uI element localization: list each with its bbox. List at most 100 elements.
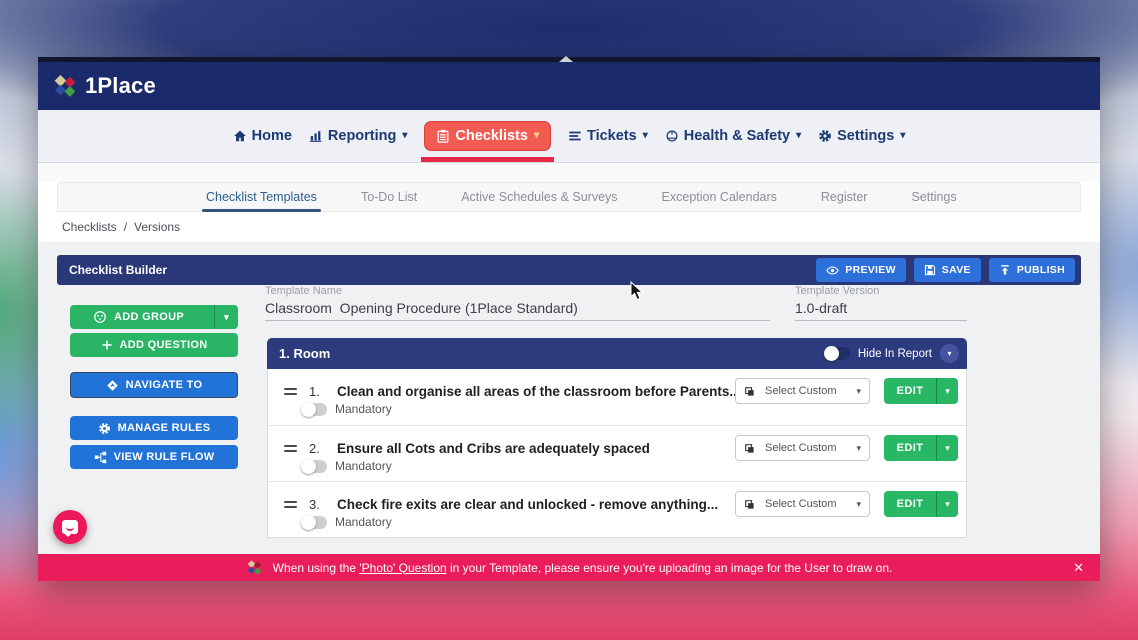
- select-custom-dropdown[interactable]: Select Custom ▾: [735, 378, 870, 404]
- gear-icon: [818, 129, 832, 143]
- drag-handle-icon[interactable]: [284, 498, 297, 511]
- breadcrumb-separator: /: [124, 220, 127, 234]
- tab-settings[interactable]: Settings: [911, 183, 956, 211]
- builder-title: Checklist Builder: [69, 263, 167, 277]
- navigate-to-label: NAVIGATE TO: [126, 379, 203, 391]
- question-rows: 1. Clean and organise all areas of the c…: [267, 369, 967, 538]
- question-row-bottom: Mandatory: [301, 459, 392, 473]
- nav-item-checklists[interactable]: Checklists ▾: [424, 121, 551, 151]
- nav-label: Checklists: [455, 128, 528, 144]
- manage-rules-button[interactable]: MANAGE RULES: [70, 416, 238, 440]
- chevron-down-icon: ▾: [856, 387, 861, 396]
- add-question-button[interactable]: ADD QUESTION: [70, 333, 238, 357]
- nav-label: Home: [252, 128, 292, 144]
- chevron-down-icon: ▾: [900, 131, 905, 141]
- question-text: Clean and organise all areas of the clas…: [337, 384, 735, 399]
- drag-handle-icon[interactable]: [284, 442, 297, 455]
- save-label: SAVE: [942, 264, 971, 276]
- breadcrumb-versions[interactable]: Versions: [134, 220, 180, 234]
- group-icon: [93, 310, 107, 324]
- select-custom-label: Select Custom: [765, 498, 837, 510]
- tab-checklist-templates[interactable]: Checklist Templates: [206, 183, 317, 211]
- chevron-down-icon: ▾: [856, 500, 861, 509]
- mandatory-label: Mandatory: [335, 402, 392, 416]
- mandatory-label: Mandatory: [335, 515, 392, 529]
- chevron-down-icon: ▾: [856, 444, 861, 453]
- question-row-top: 2. Ensure all Cots and Cribs are adequat…: [284, 435, 958, 461]
- builder-actions: PREVIEW SAVE PUBLISH: [816, 258, 1075, 282]
- publish-button[interactable]: PUBLISH: [989, 258, 1075, 282]
- nav-label: Health & Safety: [684, 128, 790, 144]
- question-row: 3. Check fire exits are clear and unlock…: [268, 481, 966, 537]
- tab-register[interactable]: Register: [821, 183, 868, 211]
- nav-item-reporting[interactable]: Reporting ▾: [309, 128, 408, 144]
- group-header: 1. Room Hide In Report ▾: [267, 338, 967, 369]
- breadcrumb-checklists[interactable]: Checklists: [62, 220, 117, 234]
- question-text: Check fire exits are clear and unlocked …: [337, 497, 735, 512]
- edit-button[interactable]: EDIT ▾: [884, 378, 958, 404]
- question-number: 2.: [309, 441, 331, 456]
- edit-label: EDIT: [884, 491, 936, 517]
- preview-button[interactable]: PREVIEW: [816, 258, 906, 282]
- chevron-down-icon[interactable]: ▾: [214, 305, 238, 329]
- save-button[interactable]: SAVE: [914, 258, 981, 282]
- template-name-input[interactable]: [265, 300, 770, 321]
- select-custom-dropdown[interactable]: Select Custom ▾: [735, 435, 870, 461]
- notification-text: When using the 'Photo' Question in your …: [273, 561, 893, 575]
- template-version-input[interactable]: [795, 300, 967, 321]
- hard-hat-icon: [665, 129, 679, 143]
- edit-label: EDIT: [884, 435, 936, 461]
- mandatory-toggle[interactable]: [301, 516, 327, 529]
- brand-name: 1Place: [85, 73, 156, 99]
- brand-logo[interactable]: 1Place: [52, 73, 156, 99]
- question-text: Ensure all Cots and Cribs are adequately…: [337, 441, 735, 456]
- edit-button[interactable]: EDIT ▾: [884, 435, 958, 461]
- chat-bubble-icon: [62, 520, 78, 534]
- nav-item-tickets[interactable]: Tickets ▾: [568, 128, 648, 144]
- pinwheel-logo-icon: [52, 73, 78, 99]
- tab-active-schedules-surveys[interactable]: Active Schedules & Surveys: [461, 183, 617, 211]
- stack-icon: [744, 499, 755, 510]
- navigate-to-button[interactable]: NAVIGATE TO: [70, 372, 238, 398]
- nav-item-settings[interactable]: Settings ▾: [818, 128, 905, 144]
- chevron-down-icon[interactable]: ▾: [936, 378, 958, 404]
- nav-item-home[interactable]: Home: [233, 128, 292, 144]
- nav-item-health-safety[interactable]: Health & Safety ▾: [665, 128, 801, 144]
- edit-button[interactable]: EDIT ▾: [884, 491, 958, 517]
- mandatory-toggle[interactable]: [301, 460, 327, 473]
- pinwheel-logo-icon: [246, 559, 263, 576]
- section-tabs: Checklist Templates To-Do List Active Sc…: [57, 182, 1081, 212]
- tab-exception-calendars[interactable]: Exception Calendars: [662, 183, 777, 211]
- chevron-down-icon: ▾: [796, 131, 801, 141]
- question-row-bottom: Mandatory: [301, 402, 392, 416]
- hide-in-report-toggle[interactable]: [824, 347, 850, 360]
- tab-todo-list[interactable]: To-Do List: [361, 183, 417, 211]
- select-custom-label: Select Custom: [765, 385, 837, 397]
- notification-text-after: in your Template, please ensure you're u…: [447, 561, 893, 575]
- mandatory-label: Mandatory: [335, 459, 392, 473]
- close-icon[interactable]: ✕: [1073, 554, 1084, 581]
- builder-sidebar: ADD GROUP ▾ ADD QUESTION NAVIGATE TO MAN…: [70, 305, 238, 469]
- question-number: 1.: [309, 384, 331, 399]
- stack-icon: [744, 386, 755, 397]
- chevron-down-icon[interactable]: ▾: [936, 435, 958, 461]
- checklist-builder-bar: Checklist Builder PREVIEW SAVE PUBLISH: [57, 255, 1081, 285]
- home-icon: [233, 129, 247, 143]
- toggle-knob: [301, 402, 316, 417]
- select-custom-dropdown[interactable]: Select Custom ▾: [735, 491, 870, 517]
- notification-banner: When using the 'Photo' Question in your …: [38, 554, 1100, 581]
- chevron-down-icon[interactable]: ▾: [936, 491, 958, 517]
- group-collapse-button[interactable]: ▾: [940, 344, 959, 363]
- drag-handle-icon[interactable]: [284, 385, 297, 398]
- notification-text-before: When using the: [273, 561, 360, 575]
- add-group-label: ADD GROUP: [114, 311, 184, 323]
- chat-widget-button[interactable]: [53, 510, 87, 544]
- nav-label: Tickets: [587, 128, 637, 144]
- view-rule-flow-button[interactable]: VIEW RULE FLOW: [70, 445, 238, 469]
- photo-question-link[interactable]: 'Photo' Question: [359, 561, 446, 575]
- question-row-top: 3. Check fire exits are clear and unlock…: [284, 491, 958, 517]
- add-group-button[interactable]: ADD GROUP ▾: [70, 305, 238, 329]
- mandatory-toggle[interactable]: [301, 403, 327, 416]
- group-title: 1. Room: [279, 346, 330, 361]
- template-version-label: Template Version: [795, 285, 879, 297]
